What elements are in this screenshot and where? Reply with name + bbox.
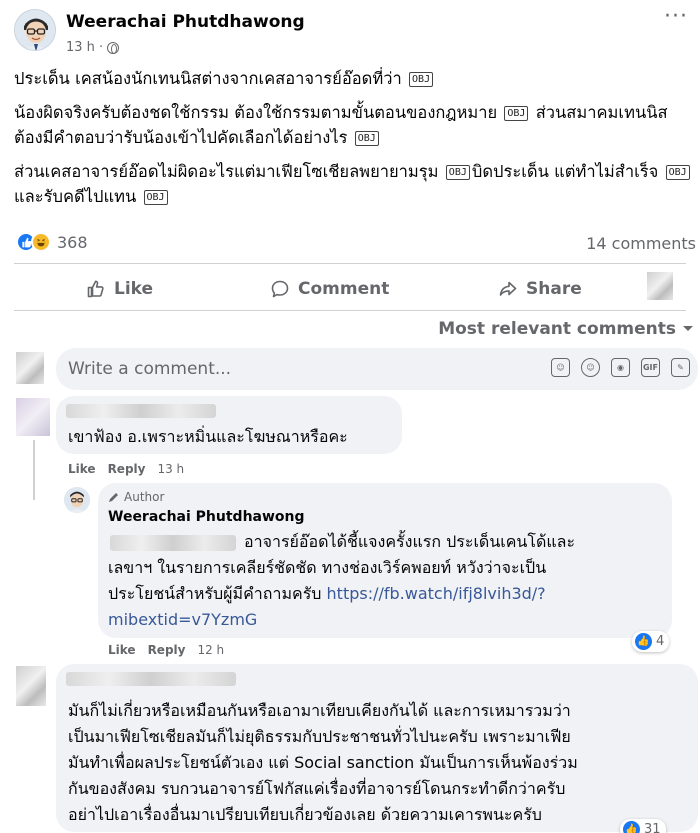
reaction-summary[interactable]: 368: [16, 232, 88, 252]
post-paragraph-3: ส่วนเคสอาจารย์อ๊อดไม่ผิดอะไรแต่มาเฟียโซเ…: [14, 159, 694, 209]
reply-link-continued[interactable]: mibextid=v7YzmG: [108, 607, 257, 633]
comment-reaction-badge[interactable]: 👍 31: [620, 819, 666, 833]
current-user-avatar: [16, 352, 44, 384]
like-button[interactable]: Like: [86, 276, 153, 302]
post-paragraph-1: ประเด็น เคสน้องนักเทนนิสต่างจากเคสอาจารย…: [14, 66, 694, 91]
obj-glyph-icon: OBJ: [143, 190, 168, 205]
more-options-icon[interactable]: ···: [664, 6, 688, 28]
commenter-name-redacted[interactable]: [66, 672, 236, 686]
write-comment-input[interactable]: Write a comment... ☺ ☺ ◉ GIF ✎: [56, 348, 698, 390]
sticker-icon[interactable]: ✎: [671, 358, 690, 377]
author-badge: Author: [108, 490, 164, 504]
globe-icon: [107, 41, 120, 54]
comment-bubble-icon: [271, 280, 289, 298]
divider: [14, 263, 686, 264]
reply-reply-link[interactable]: Reply: [148, 643, 186, 657]
comment-text-line-2: เป็นมาเฟียโซเชียลมันก็ไม่ยุติธรรมกับประช…: [68, 727, 571, 746]
obj-glyph-icon: OBJ: [354, 131, 379, 146]
reply-text-line-3: ประโยชน์สำหรับผู้มีคำถามครับ https://fb.…: [108, 584, 546, 603]
gif-icon[interactable]: GIF: [641, 358, 660, 377]
reply-bubble: Author Weerachai Phutdhawong อาจารย์อ๊อด…: [98, 483, 672, 638]
haha-reaction-icon: [31, 232, 51, 252]
reaction-count: 368: [57, 232, 88, 252]
comment-bubble: เขาฟ้อง อ.เพราะหมิ่นและโฆษณาหรือคะ: [56, 396, 402, 454]
share-arrow-icon: [499, 281, 517, 296]
reply-time[interactable]: 12 h: [197, 643, 224, 657]
reply-author-name[interactable]: Weerachai Phutdhawong: [108, 509, 305, 525]
avatar-sticker-icon[interactable]: ☺: [551, 358, 570, 377]
comment-text-line-4: กันของสังคม รบกวนอาจารย์โฟกัสแค่เรื่องที…: [68, 779, 566, 798]
commenter-avatar[interactable]: [16, 666, 46, 706]
reply-text-line-1: อาจารย์อ๊อดได้ชี้แจงครั้งแรก ประเด็นเคนโ…: [244, 532, 576, 551]
emoji-icon[interactable]: ☺: [581, 358, 600, 377]
reply-actions: Like Reply 12 h: [108, 643, 224, 657]
author-avatar[interactable]: [14, 9, 56, 51]
commenter-avatar[interactable]: [16, 398, 50, 436]
thumbs-up-icon: [87, 280, 104, 298]
commenter-name-redacted[interactable]: [66, 404, 216, 418]
comments-count-link[interactable]: 14 comments: [586, 234, 696, 253]
post-author-name[interactable]: Weerachai Phutdhawong: [66, 12, 305, 32]
camera-icon[interactable]: ◉: [611, 358, 630, 377]
obj-glyph-icon: OBJ: [409, 72, 434, 87]
reply-link[interactable]: https://fb.watch/ifj8lvih3d/?: [327, 584, 546, 603]
comment-like-link[interactable]: Like: [68, 462, 96, 476]
comment-actions: Like Reply 13 h: [68, 462, 184, 476]
divider: [14, 310, 686, 311]
comment-text: เขาฟ้อง อ.เพราะหมิ่นและโฆษณาหรือคะ: [68, 427, 348, 446]
comment-button[interactable]: Comment: [270, 276, 389, 302]
reply-author-avatar[interactable]: [64, 487, 90, 513]
comment-text-line-5: อย่าไปเอาเรื่องอื่นมาเปรียบเทียบเกี่ยวข้…: [68, 805, 542, 824]
tagged-name-redacted[interactable]: [110, 535, 236, 551]
comment-time[interactable]: 13 h: [157, 462, 184, 476]
obj-glyph-icon: OBJ: [665, 165, 690, 180]
comment-sort-dropdown[interactable]: Most relevant comments: [438, 319, 694, 339]
post-body: ประเด็น เคสน้องนักเทนนิสต่างจากเคสอาจารย…: [14, 66, 694, 218]
post-meta: 13 h ·: [66, 40, 120, 55]
reply-like-link[interactable]: Like: [108, 643, 136, 657]
comment-text-line-3: มันทำเพื่อผลประโยชน์ตัวเอง แต่ Social sa…: [68, 753, 578, 772]
obj-glyph-icon: OBJ: [504, 106, 529, 121]
pencil-icon: [109, 493, 118, 502]
comment-bubble: มันก็ไม่เกี่ยวหรือเหมือนกันหรือเอามาเทีย…: [56, 664, 698, 832]
reply-reaction-badge[interactable]: 👍 4: [632, 631, 670, 652]
comment-reply-link[interactable]: Reply: [108, 462, 146, 476]
like-reaction-icon: 👍: [623, 821, 640, 833]
share-button[interactable]: Share: [498, 276, 582, 302]
like-reaction-icon: 👍: [635, 633, 652, 650]
obj-glyph-icon: OBJ: [445, 165, 470, 180]
post-paragraph-2: น้องผิดจริงครับต้องชดใช้กรรม ต้องใช้กรรม…: [14, 103, 668, 147]
comment-tools: ☺ ☺ ◉ GIF ✎: [551, 358, 690, 377]
post-time[interactable]: 13 h ·: [66, 40, 103, 55]
reply-text-line-2: เลขาฯ ในรายการเคลียร์ชัดชัด ทางช่องเวิร์…: [108, 558, 547, 577]
comment-text-line-1: มันก็ไม่เกี่ยวหรือเหมือนกันหรือเอามาเทีย…: [68, 701, 571, 720]
profile-switcher-avatar[interactable]: [647, 272, 673, 300]
thread-line: [33, 440, 35, 500]
caret-down-icon: [683, 326, 693, 331]
